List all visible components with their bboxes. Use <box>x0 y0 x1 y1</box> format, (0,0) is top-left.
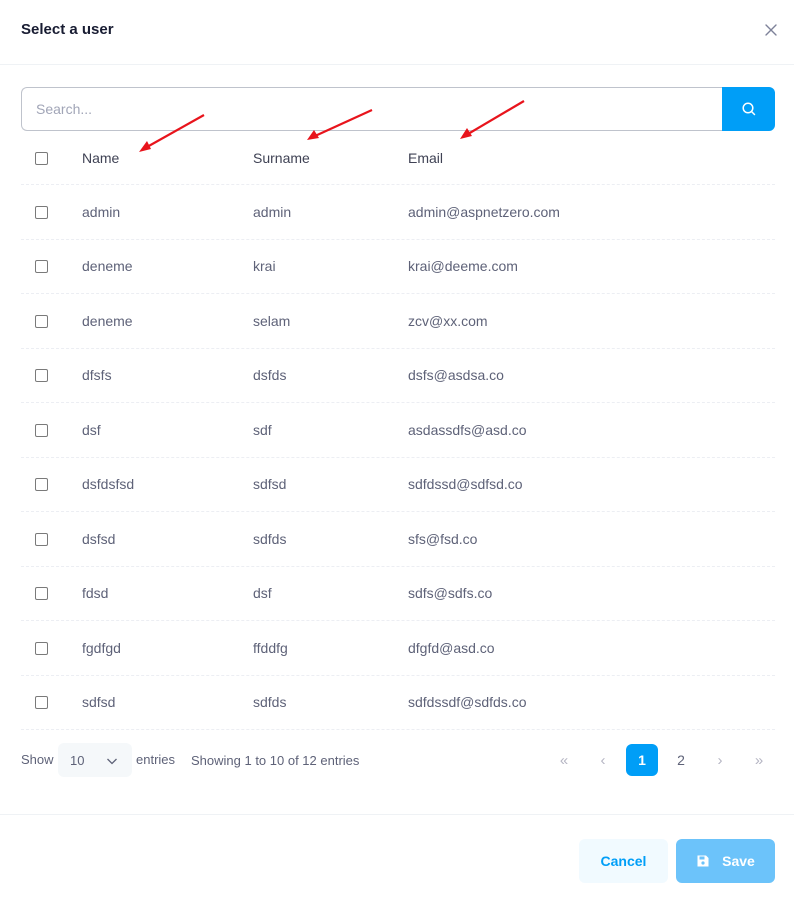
table-footer: Show 10 entries Showing 1 to 10 of 12 en… <box>21 742 775 778</box>
cell-surname: selam <box>253 312 291 329</box>
table-header-row: Name Surname Email <box>21 131 775 185</box>
cell-surname: sdf <box>253 421 272 438</box>
search-bar <box>21 87 775 131</box>
users-table: Name Surname Email admin admin admin@aspne… <box>21 131 775 730</box>
table-row[interactable]: dsf sdf asdassdfs@asd.co <box>21 403 775 458</box>
column-header-name[interactable]: Name <box>82 150 119 166</box>
cell-name: dsf <box>82 421 101 438</box>
table-row[interactable]: dsfsd sdfds sfs@fsd.co <box>21 512 775 567</box>
modal-title: Select a user <box>21 21 114 38</box>
cell-name: deneme <box>82 258 133 275</box>
cell-email: dsfs@asdsa.co <box>408 367 504 384</box>
row-checkbox[interactable] <box>35 478 48 492</box>
table-row[interactable]: deneme selam zcv@xx.com <box>21 294 775 349</box>
last-page-button[interactable]: » <box>743 744 775 776</box>
page-button-1[interactable]: 1 <box>626 744 658 776</box>
search-input[interactable] <box>21 87 722 131</box>
cell-email: sdfdssd@sdfsd.co <box>408 476 523 493</box>
cell-name: dfsfs <box>82 367 112 384</box>
page-button-2[interactable]: 2 <box>665 744 697 776</box>
search-icon <box>741 102 755 116</box>
save-icon <box>696 854 710 868</box>
close-button[interactable] <box>761 20 781 40</box>
table-row[interactable]: dsfdsfsd sdfsd sdfdssd@sdfsd.co <box>21 458 775 512</box>
cell-surname: krai <box>253 258 276 275</box>
cell-name: dsfsd <box>82 530 116 547</box>
row-checkbox[interactable] <box>35 314 48 328</box>
row-checkbox[interactable] <box>35 205 48 219</box>
table-row[interactable]: fdsd dsf sdfs@sdfs.co <box>21 567 775 621</box>
row-checkbox[interactable] <box>35 587 48 601</box>
row-checkbox[interactable] <box>35 260 48 274</box>
row-checkbox[interactable] <box>35 532 48 546</box>
cell-surname: admin <box>253 203 292 220</box>
select-all-checkbox[interactable] <box>35 151 48 165</box>
cell-name: dsfdsfsd <box>82 476 135 493</box>
cell-surname: sdfds <box>253 694 287 711</box>
cell-name: deneme <box>82 312 133 329</box>
column-header-email[interactable]: Email <box>408 150 443 166</box>
save-button[interactable]: Save <box>676 839 775 883</box>
table-row[interactable]: dfsfs dsfds dsfs@asdsa.co <box>21 349 775 403</box>
search-button[interactable] <box>722 87 775 131</box>
cell-email: admin@aspnetzero.com <box>408 203 560 220</box>
modal-footer: Cancel Save <box>0 814 794 898</box>
cell-name: fgdfgd <box>82 639 121 656</box>
table-body: admin admin admin@aspnetzero.com deneme krai… <box>21 185 775 730</box>
first-page-button[interactable]: « <box>548 744 580 776</box>
cell-email: sdfdssdf@sdfds.co <box>408 694 527 711</box>
table-row[interactable]: sdfsd sdfds sdfdssdf@sdfds.co <box>21 676 775 730</box>
save-button-label: Save <box>722 853 755 869</box>
cancel-button[interactable]: Cancel <box>579 839 668 883</box>
next-page-button[interactable]: › <box>704 744 736 776</box>
previous-page-button[interactable]: ‹ <box>587 744 619 776</box>
row-checkbox[interactable] <box>35 369 48 383</box>
cell-name: fdsd <box>82 585 109 602</box>
close-icon <box>765 24 777 36</box>
cell-name: sdfsd <box>82 694 116 711</box>
pagination: « ‹ 1 2 › » <box>21 744 775 776</box>
column-header-surname[interactable]: Surname <box>253 150 310 166</box>
row-checkbox[interactable] <box>35 641 48 655</box>
row-checkbox[interactable] <box>35 696 48 710</box>
cell-surname: dsfds <box>253 367 287 384</box>
cell-email: sfs@fsd.co <box>408 530 478 547</box>
row-checkbox[interactable] <box>35 423 48 437</box>
cell-email: sdfs@sdfs.co <box>408 585 493 602</box>
cell-email: zcv@xx.com <box>408 312 488 329</box>
cell-email: dfgfd@asd.co <box>408 639 495 656</box>
modal-header: Select a user <box>0 0 794 65</box>
cell-email: asdassdfs@asd.co <box>408 421 527 438</box>
table-row[interactable]: admin admin admin@aspnetzero.com <box>21 185 775 240</box>
cancel-button-label: Cancel <box>600 853 647 869</box>
cell-surname: sdfsd <box>253 476 287 493</box>
table-row[interactable]: fgdfgd ffddfg dfgfd@asd.co <box>21 621 775 676</box>
cell-surname: sdfds <box>253 530 287 547</box>
table-row[interactable]: deneme krai krai@deeme.com <box>21 240 775 294</box>
cell-surname: dsf <box>253 585 272 602</box>
cell-name: admin <box>82 203 121 220</box>
cell-surname: ffddfg <box>253 639 288 656</box>
cell-email: krai@deeme.com <box>408 258 518 275</box>
